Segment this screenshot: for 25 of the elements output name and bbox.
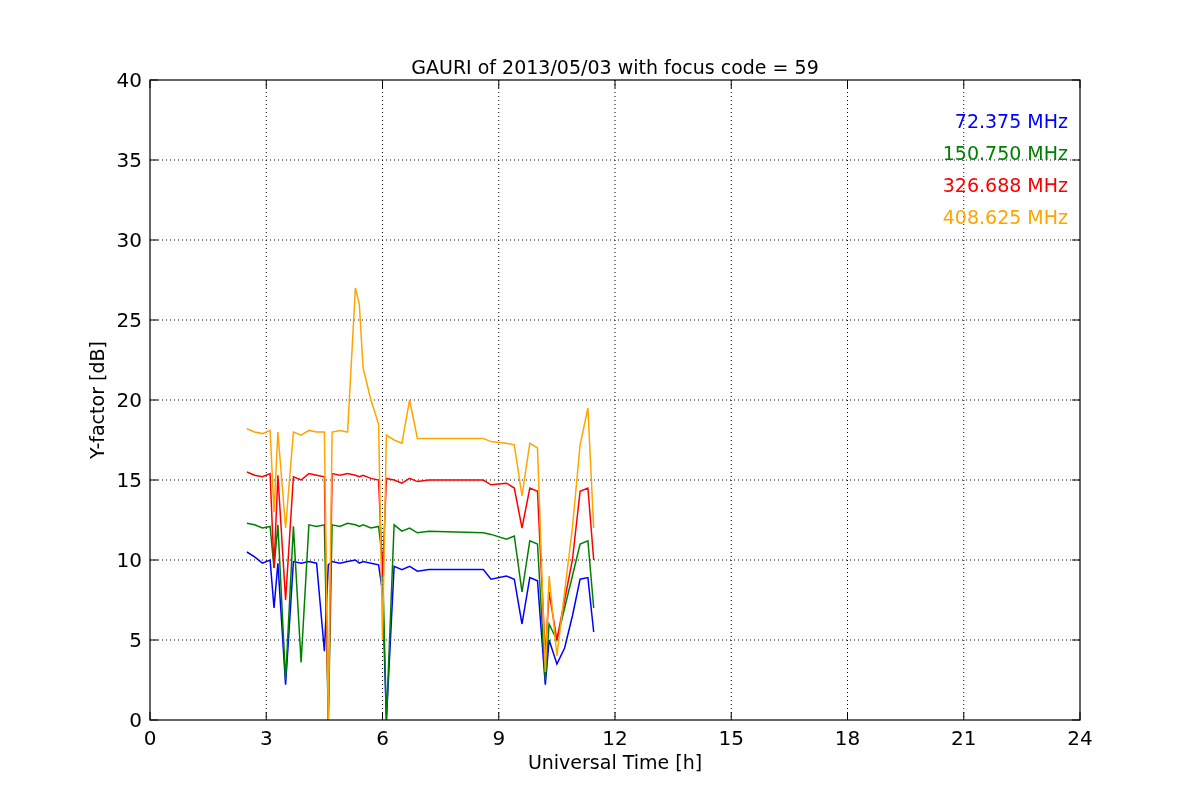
legend-label: 408.625 MHz: [942, 206, 1068, 228]
x-tick-label: 9: [492, 726, 506, 750]
y-tick-label: 0: [129, 708, 142, 732]
y-tick-label: 40: [116, 68, 142, 92]
y-tick-label: 15: [116, 468, 142, 492]
x-tick-label: 24: [1067, 726, 1093, 750]
y-tick-label: 25: [116, 308, 142, 332]
y-tick-label: 10: [116, 548, 142, 572]
y-axis-label: Y-factor [dB]: [86, 341, 108, 459]
x-tick-label: 3: [259, 726, 273, 750]
x-tick-label: 21: [951, 726, 977, 750]
y-tick-label: 20: [116, 388, 142, 412]
x-tick-label: 0: [143, 726, 157, 750]
chart-title: GAURI of 2013/05/03 with focus code = 59: [411, 56, 819, 78]
y-tick-label: 35: [116, 148, 142, 172]
x-tick-label: 15: [718, 726, 744, 750]
x-tick-label: 18: [834, 726, 861, 750]
x-axis-label: Universal Time [h]: [527, 751, 703, 773]
x-tick-label: 6: [376, 726, 389, 750]
legend-label: 150.750 MHz: [942, 142, 1068, 164]
y-tick-label: 30: [116, 228, 142, 252]
y-tick-label: 5: [129, 628, 142, 652]
x-tick-label: 12: [602, 726, 628, 750]
legend-label: 326.688 MHz: [942, 174, 1068, 196]
legend-label: 72.375 MHz: [954, 110, 1068, 132]
